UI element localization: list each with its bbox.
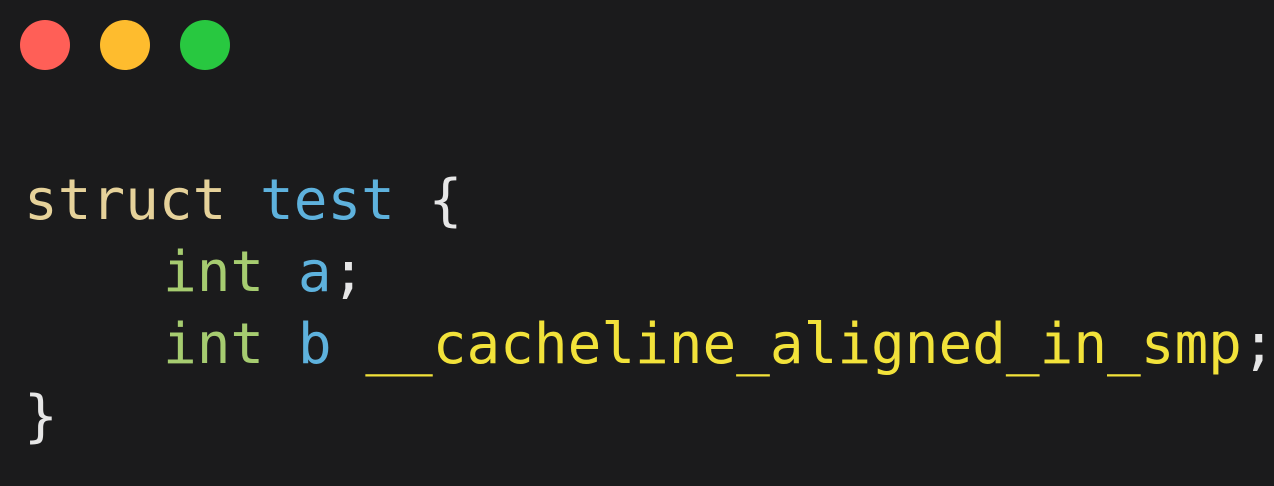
code-line: }	[24, 381, 1274, 453]
code-token-type: int	[163, 240, 265, 305]
code-token-punct	[332, 312, 366, 377]
code-token-identifier: b	[297, 312, 332, 377]
code-token-type: int	[163, 312, 265, 377]
code-window: struct test {int a; int b __cacheline_ali…	[0, 0, 1274, 486]
code-token-punct	[264, 240, 298, 305]
code-line: struct test {	[24, 165, 1274, 237]
code-block: struct test {int a; int b __cacheline_ali…	[24, 165, 1274, 453]
code-line: int b __cacheline_aligned_in_smp;	[24, 309, 1274, 381]
code-token-punct	[264, 312, 298, 377]
code-token-punct: ;	[1241, 312, 1274, 377]
minimize-button[interactable]	[100, 20, 150, 70]
code-token-macro: __cacheline_aligned_in_smp	[365, 312, 1242, 377]
close-button[interactable]	[20, 20, 70, 70]
code-token-identifier: a	[297, 240, 332, 305]
code-token-punct: ;	[331, 240, 366, 305]
code-token-punct: }	[24, 384, 58, 449]
code-token-identifier: test	[260, 168, 395, 233]
code-token-keyword: struct	[24, 168, 227, 233]
zoom-button[interactable]	[180, 20, 230, 70]
window-controls	[20, 20, 230, 70]
code-token-punct	[226, 168, 260, 233]
code-token-punct: {	[394, 168, 463, 233]
code-line: int a;	[24, 237, 1274, 309]
